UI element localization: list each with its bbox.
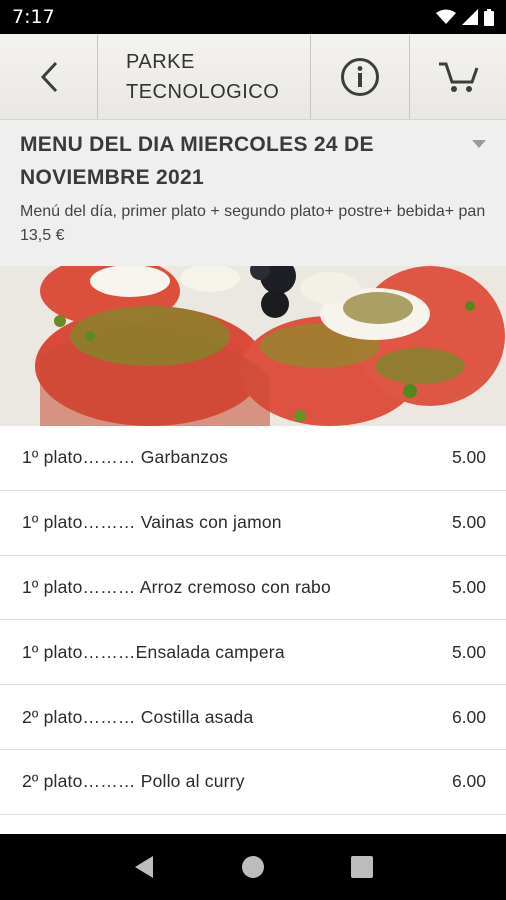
info-button[interactable]: [311, 34, 410, 119]
back-arrow-icon: [40, 61, 57, 92]
nav-back-icon[interactable]: [133, 855, 155, 879]
menu-header[interactable]: MENU DEL DIA MIERCOLES 24 DE NOVIEMBRE 2…: [0, 120, 506, 266]
dish-row[interactable]: 1º plato……… Garbanzos 5.00: [0, 426, 506, 491]
dish-row[interactable]: 1º plato……… Vainas con jamon 5.00: [0, 491, 506, 556]
dish-row[interactable]: 2º plato……… Pollo al curry 6.00: [0, 750, 506, 815]
dish-row[interactable]: 2º plato……… Costilla asada 6.00: [0, 685, 506, 750]
dish-name: 2º plato……… Costilla asada: [22, 706, 254, 727]
back-button[interactable]: [0, 34, 98, 119]
menu-photo: [0, 266, 506, 426]
dish-name: 1º plato……… Vainas con jamon: [22, 512, 282, 533]
signal-icon: [462, 9, 478, 25]
store-name-line2: TECNOLOGICO: [126, 80, 280, 103]
status-icons: [436, 8, 494, 26]
dish-price: 6.00: [451, 706, 486, 727]
info-icon: [341, 57, 379, 96]
wifi-icon: [436, 9, 456, 24]
store-title: PARKE TECNOLOGICO: [98, 34, 311, 119]
app-header: PARKE TECNOLOGICO: [0, 34, 506, 120]
status-time: 7:17: [12, 6, 55, 28]
store-name: PARKE TECNOLOGICO: [126, 47, 279, 107]
dish-name: 1º plato……… Arroz cremoso con rabo: [22, 576, 331, 597]
salad-image: [0, 266, 506, 426]
dropdown-arrow-icon[interactable]: [472, 140, 486, 148]
dish-price: 6.00: [451, 771, 486, 792]
dish-price: 5.00: [451, 447, 486, 468]
status-bar: 7:17: [0, 0, 506, 34]
menu-description: Menú del día, primer plato + segundo pla…: [20, 203, 486, 244]
dish-row[interactable]: 1º plato……… Arroz cremoso con rabo 5.00: [0, 556, 506, 621]
nav-home-icon[interactable]: [241, 855, 265, 879]
dish-name: 1º plato……… Garbanzos: [22, 447, 229, 468]
dish-row[interactable]: 1º plato………Ensalada campera 5.00: [0, 620, 506, 686]
store-name-line1: PARKE: [126, 50, 195, 73]
dish-price: 5.00: [451, 576, 486, 597]
battery-icon: [484, 8, 494, 26]
dish-list: 1º plato……… Garbanzos 5.00 1º plato……… V…: [0, 426, 506, 815]
cart-icon: [439, 62, 479, 92]
dish-price: 5.00: [451, 641, 486, 662]
dish-name: 2º plato……… Pollo al curry: [22, 771, 245, 792]
dish-price: 5.00: [451, 512, 486, 533]
menu-title: MENU DEL DIA MIERCOLES 24 DE NOVIEMBRE 2…: [20, 133, 374, 189]
cart-button[interactable]: [410, 34, 506, 119]
nav-recents-icon[interactable]: [351, 856, 373, 878]
dish-name: 1º plato………Ensalada campera: [22, 641, 285, 662]
system-nav-bar: [0, 834, 506, 900]
